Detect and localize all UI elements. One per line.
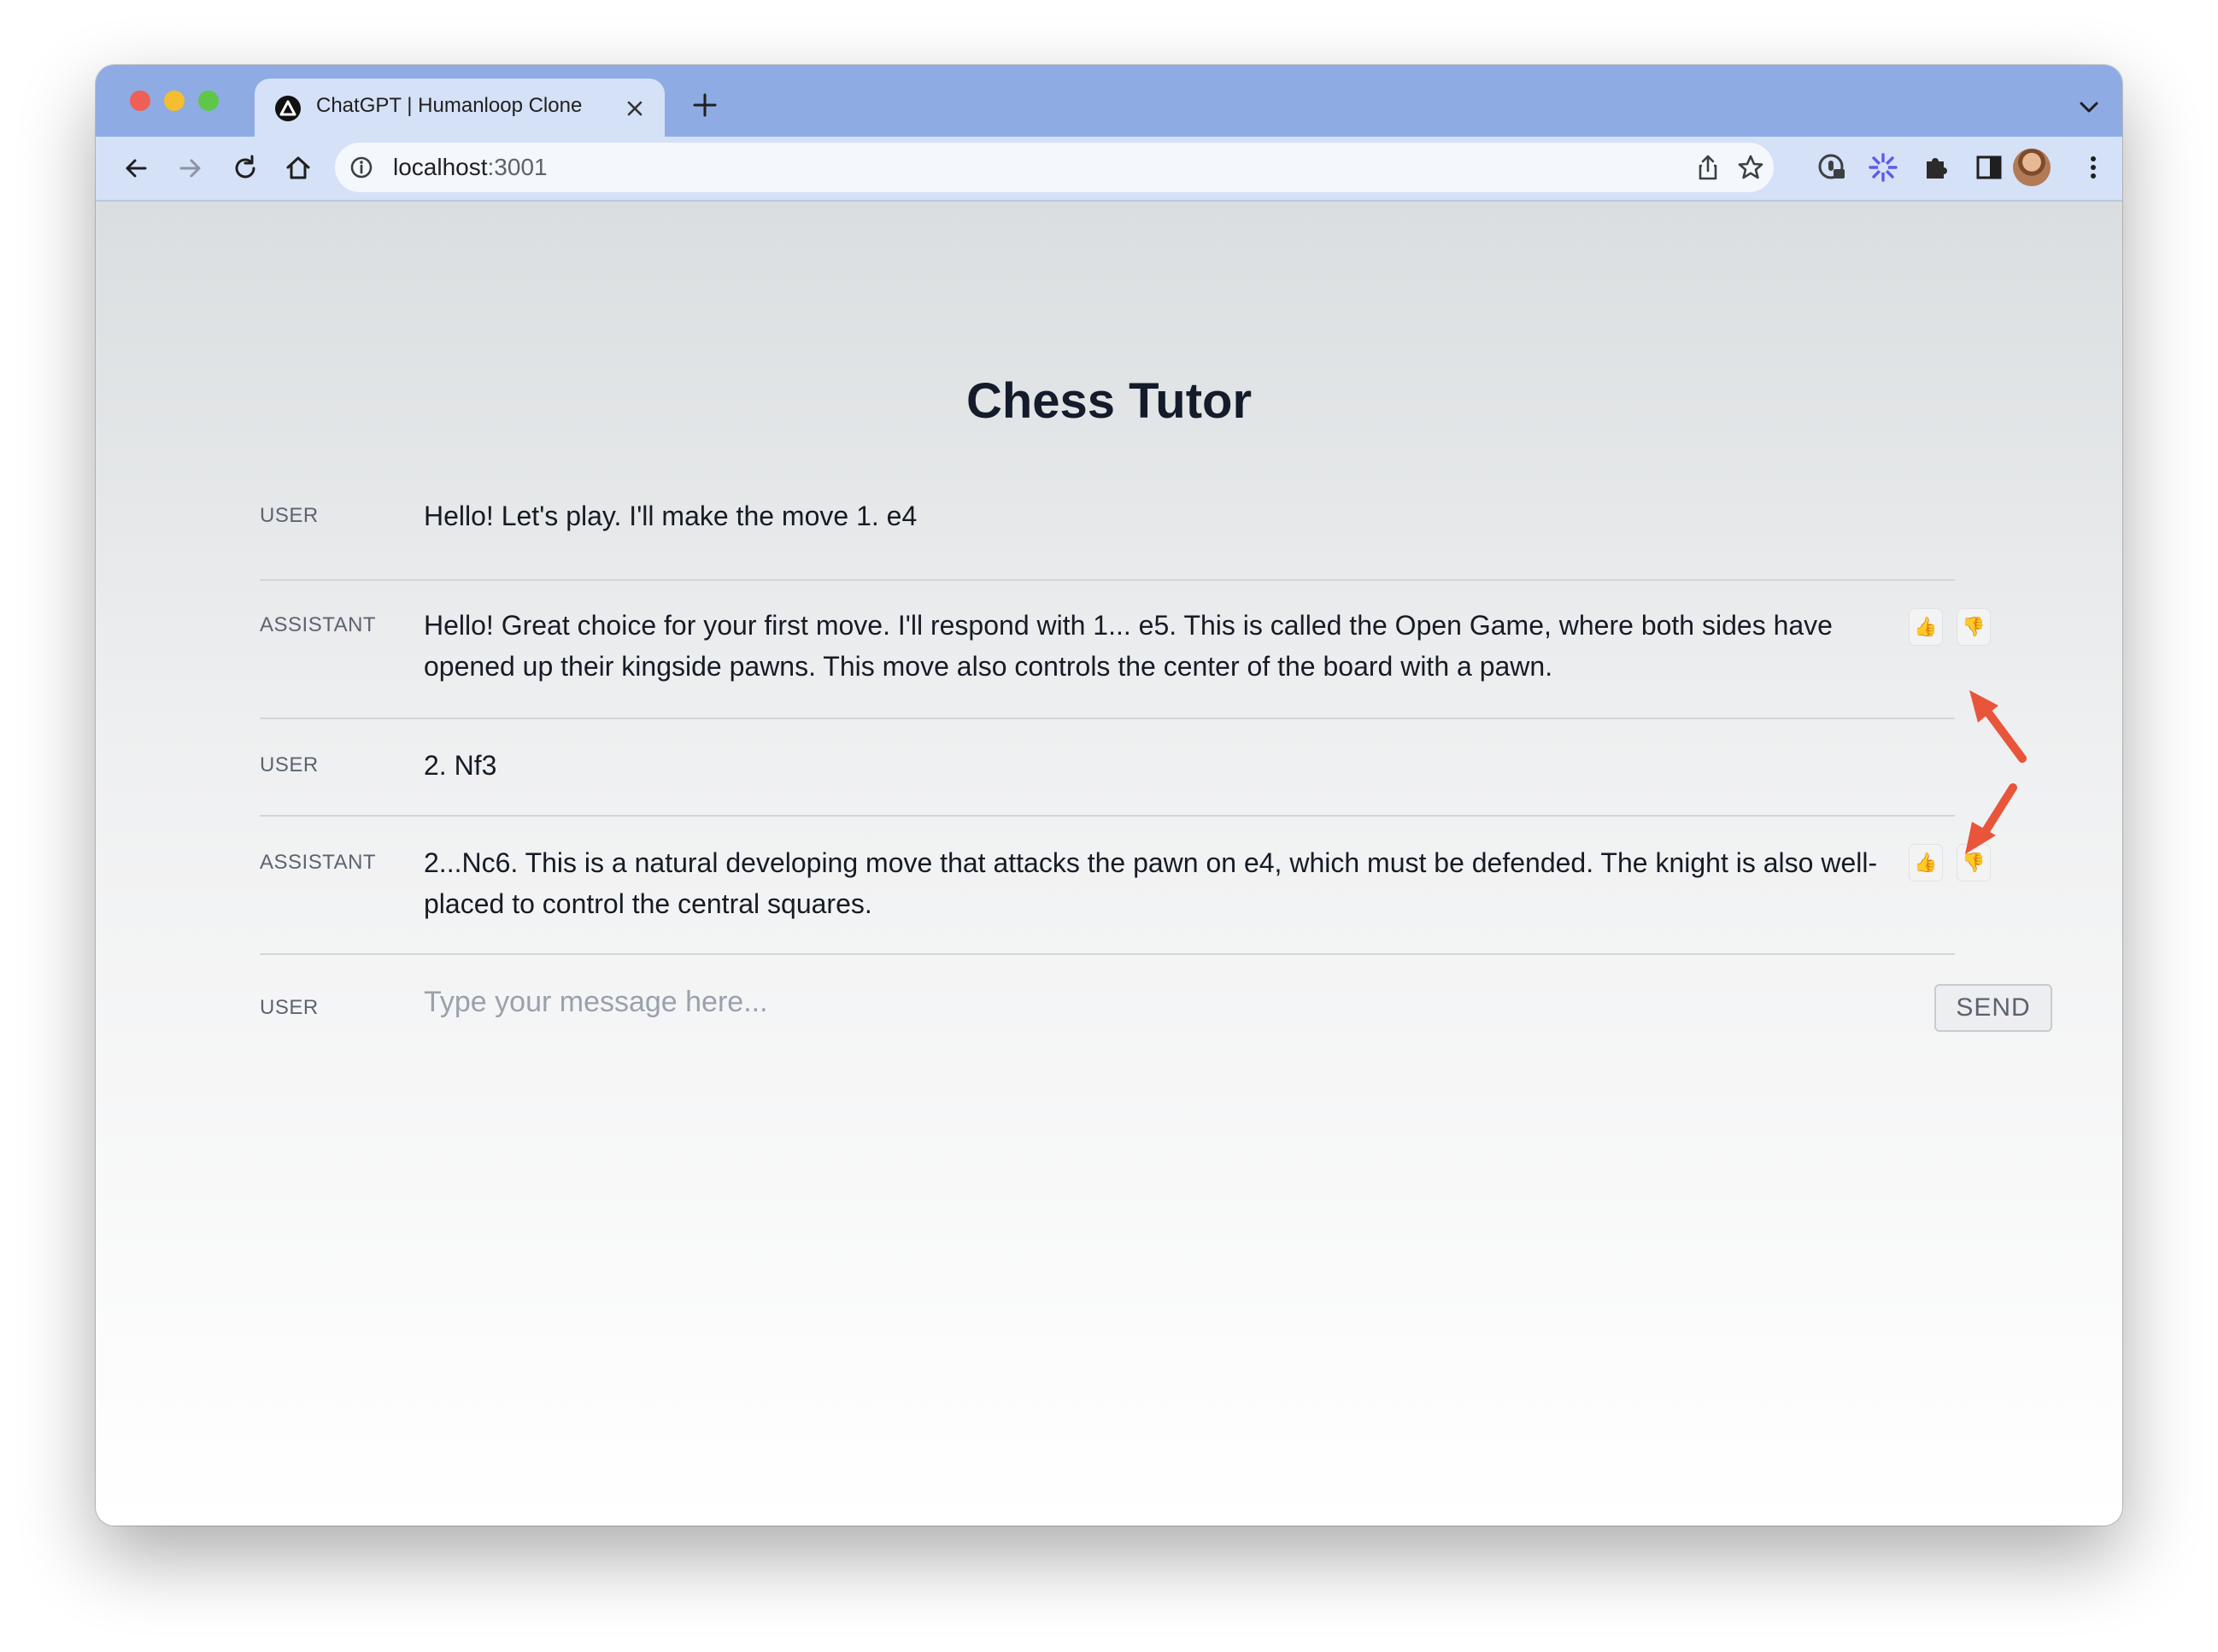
- message-row: ASSISTANT 2...Nc6. This is a natural dev…: [260, 817, 1991, 955]
- page-title: Chess Tutor: [965, 373, 1253, 429]
- annotation-arrow-up: [1969, 690, 2027, 763]
- browser-toolbar: localhost:3001: [96, 137, 2122, 202]
- back-arrow-icon[interactable]: [120, 152, 152, 185]
- triangle-logo-icon: [275, 96, 301, 121]
- message-text: 2. Nf3: [424, 750, 497, 781]
- close-tab-icon[interactable]: [624, 97, 646, 120]
- puzzle-extensions-icon[interactable]: [1919, 150, 1953, 185]
- share-icon[interactable]: [1693, 153, 1722, 182]
- message-composer: USER SEND: [260, 955, 2052, 1057]
- message-input[interactable]: [422, 974, 1827, 1030]
- more-vertical-icon[interactable]: [2076, 150, 2110, 185]
- minimize-window-button[interactable]: [164, 91, 185, 111]
- message-text: Hello! Let's play. I'll make the move 1.…: [424, 501, 918, 531]
- thumbs-down-button[interactable]: 👎: [1957, 608, 1991, 646]
- home-icon[interactable]: [282, 152, 314, 185]
- message-role-label: ASSISTANT: [260, 613, 377, 636]
- sparkle-extension-icon[interactable]: [1866, 150, 1900, 185]
- message-row: USER 2. Nf3: [260, 719, 1955, 817]
- title-bar: ChatGPT | Humanloop Clone: [96, 65, 2122, 137]
- thumbs-up-button[interactable]: 👍: [1909, 844, 1943, 882]
- reload-icon[interactable]: [229, 152, 261, 185]
- password-manager-extension-icon[interactable]: [1815, 150, 1849, 185]
- message-role-label: USER: [260, 504, 319, 527]
- thumbs-up-button[interactable]: 👍: [1909, 608, 1943, 646]
- tab-title: ChatGPT | Humanloop Clone: [316, 94, 583, 117]
- composer-role-label: USER: [260, 996, 319, 1019]
- message-text: Hello! Great choice for your first move.…: [424, 610, 1833, 682]
- chat-thread: USER Hello! Let's play. I'll make the mo…: [260, 483, 2052, 1057]
- browser-window: ChatGPT | Humanloop Clone localhost:3001…: [96, 65, 2122, 1526]
- new-tab-icon[interactable]: [690, 91, 719, 120]
- chevron-down-icon[interactable]: [2078, 99, 2100, 116]
- annotation-arrow-down: [1965, 783, 2017, 854]
- message-row: ASSISTANT Hello! Great choice for your f…: [260, 581, 1991, 719]
- browser-tab[interactable]: ChatGPT | Humanloop Clone: [255, 79, 665, 137]
- address-bar[interactable]: localhost:3001: [335, 143, 1774, 192]
- bookmark-star-icon[interactable]: [1736, 153, 1765, 182]
- info-icon[interactable]: [349, 155, 374, 180]
- close-window-button[interactable]: [130, 91, 150, 111]
- maximize-window-button[interactable]: [198, 91, 219, 111]
- side-panel-icon[interactable]: [1972, 150, 2006, 185]
- profile-avatar[interactable]: [2013, 149, 2051, 186]
- message-role-label: USER: [260, 753, 319, 776]
- url-text: localhost:3001: [393, 154, 548, 180]
- send-button[interactable]: SEND: [1934, 984, 2052, 1032]
- message-text: 2...Nc6. This is a natural developing mo…: [424, 847, 1878, 919]
- forward-arrow-icon[interactable]: [174, 152, 207, 185]
- message-role-label: ASSISTANT: [260, 851, 377, 874]
- message-row: USER Hello! Let's play. I'll make the mo…: [260, 483, 1955, 581]
- page-content: Chess Tutor USER Hello! Let's play. I'll…: [96, 202, 2122, 1526]
